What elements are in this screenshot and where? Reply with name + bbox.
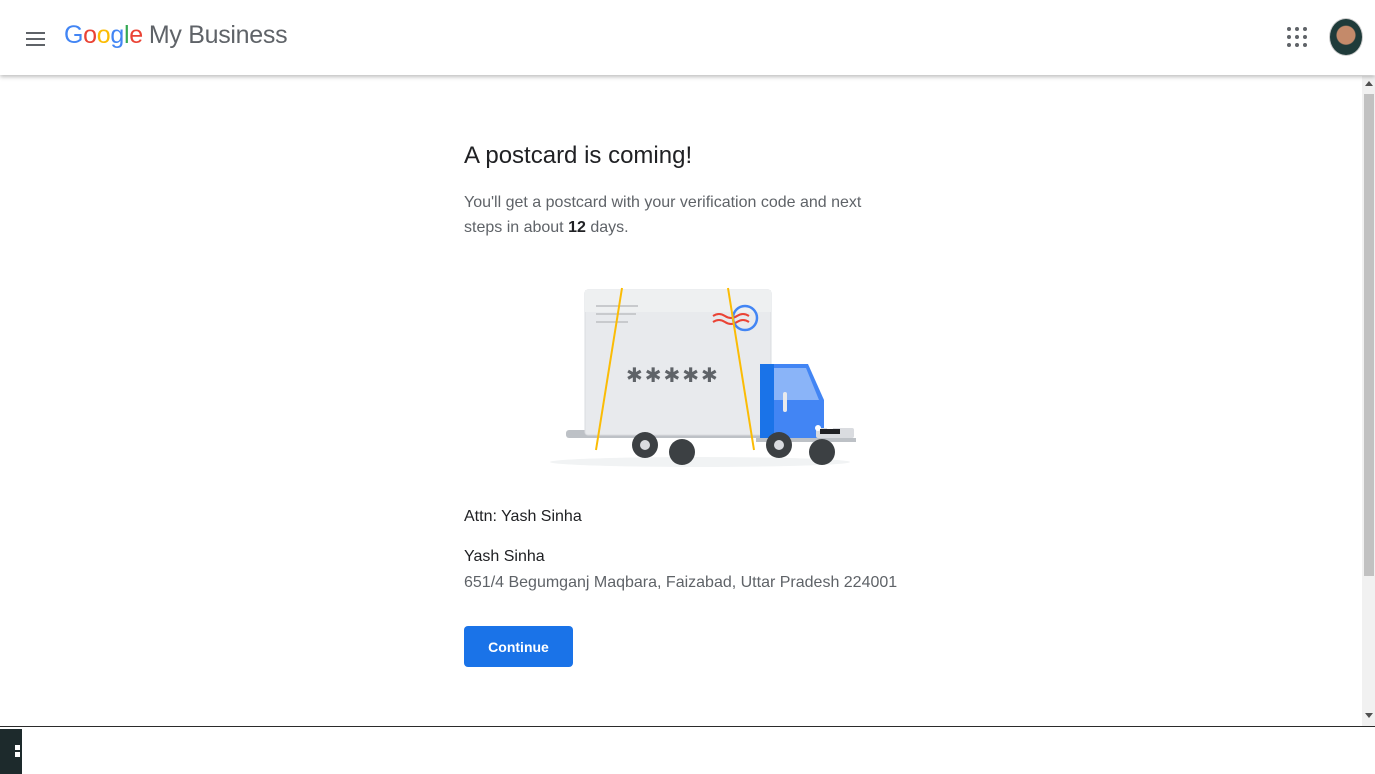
os-taskbar	[0, 726, 1375, 774]
page-title: A postcard is coming!	[464, 142, 693, 169]
google-my-business-logo[interactable]: Google My Business	[64, 21, 288, 50]
scroll-up-arrow-icon[interactable]	[1365, 81, 1373, 86]
hamburger-menu-icon[interactable]	[22, 24, 50, 52]
postcard-truck-illustration: ✱✱✱✱✱	[550, 287, 856, 467]
postcard-subtitle: You'll get a postcard with your verifica…	[464, 194, 862, 236]
recipient-name: Yash Sinha	[464, 548, 545, 565]
apps-grid-icon[interactable]	[1285, 25, 1309, 49]
account-avatar[interactable]	[1329, 18, 1363, 56]
postcard-code-mask: ✱✱✱✱✱	[626, 363, 720, 387]
start-button[interactable]	[0, 729, 22, 774]
page-scrollbar[interactable]	[1362, 76, 1375, 726]
delivery-days: 12	[568, 219, 586, 236]
business-address: 651/4 Begumganj Maqbara, Faizabad, Uttar…	[464, 574, 898, 591]
attn-line: Attn: Yash Sinha	[464, 508, 582, 525]
continue-button[interactable]: Continue	[464, 626, 573, 667]
product-name: My Business	[148, 21, 288, 49]
scroll-thumb[interactable]	[1364, 94, 1374, 576]
app-bar: Google My Business	[0, 0, 1375, 75]
scroll-down-arrow-icon[interactable]	[1365, 713, 1373, 718]
